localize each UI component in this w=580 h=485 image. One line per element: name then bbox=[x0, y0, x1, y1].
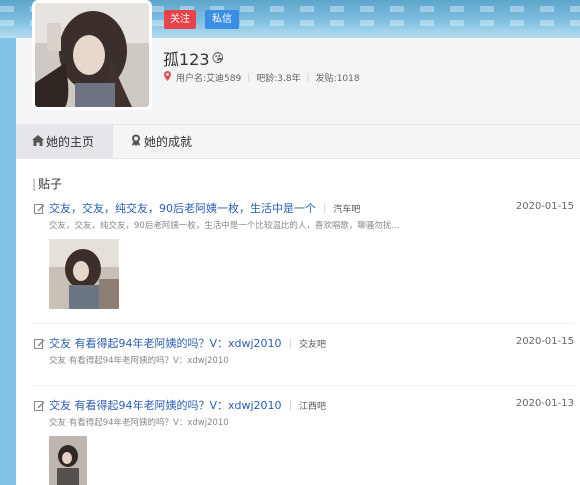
post-item: 交友 有看得起94年老阿姨的吗？V：xdwj2010 | 交友吧 2020-01… bbox=[34, 335, 574, 366]
section-title: | 贴子 bbox=[32, 175, 62, 192]
login-name: 用户名:艾迪589 bbox=[176, 74, 242, 84]
tab-home[interactable]: 她的主页 bbox=[16, 125, 113, 159]
message-button[interactable]: 私信 bbox=[205, 10, 239, 29]
post-summary: 交友 有看得起94年老阿姨的吗？V：xdwj2010 bbox=[49, 356, 229, 366]
home-icon bbox=[32, 125, 46, 159]
tab-achievements[interactable]: 她的成就 bbox=[114, 125, 208, 159]
profile-card: 关注 私信 孤123 😘 用户名:艾迪589 | 吧龄:3.8年 | 发贴:10… bbox=[16, 0, 580, 485]
post-summary: 交友 有看得起94年老阿姨的吗？V：xdwj2010 bbox=[49, 418, 229, 428]
section-marker: | bbox=[32, 177, 37, 191]
profile-tabs: 她的主页 她的成就 bbox=[16, 124, 580, 159]
location-pin-icon bbox=[164, 71, 171, 84]
edit-icon bbox=[34, 338, 45, 349]
profile-header: 关注 私信 孤123 😘 用户名:艾迪589 | 吧龄:3.8年 | 发贴:10… bbox=[16, 0, 580, 124]
edit-icon bbox=[34, 203, 45, 214]
post-forum[interactable]: 江西吧 bbox=[299, 399, 326, 412]
post-date: 2020-01-15 bbox=[515, 201, 574, 212]
post-forum[interactable]: 交友吧 bbox=[299, 337, 326, 350]
username: 孤123 😘 bbox=[163, 46, 224, 70]
title-separator: | bbox=[323, 202, 327, 214]
username-text: 孤123 bbox=[163, 50, 210, 69]
title-separator: | bbox=[288, 337, 292, 349]
post-thumbnail[interactable] bbox=[49, 239, 119, 309]
tab-home-label: 她的主页 bbox=[46, 135, 95, 149]
post-date: 2020-01-13 bbox=[515, 398, 574, 409]
post-divider bbox=[32, 323, 574, 324]
post-count: 发贴:1018 bbox=[315, 74, 360, 84]
post-item: 交友 有看得起94年老阿姨的吗？V：xdwj2010 | 江西吧 2020-01… bbox=[34, 397, 574, 485]
post-forum[interactable]: 汽车吧 bbox=[333, 202, 360, 215]
section-title-text: 贴子 bbox=[38, 177, 63, 191]
post-thumbnail[interactable] bbox=[49, 436, 87, 485]
post-divider bbox=[32, 385, 574, 386]
tab-achievements-label: 她的成就 bbox=[144, 135, 193, 149]
post-title[interactable]: 交友 有看得起94年老阿姨的吗？V：xdwj2010 bbox=[49, 397, 282, 413]
kiss-emoji-icon: 😘 bbox=[211, 51, 225, 65]
post-title[interactable]: 交友，交友，纯交友，90后老阿姨一枚，生活中是一个 bbox=[49, 200, 316, 216]
title-separator: | bbox=[288, 399, 292, 411]
edit-icon bbox=[34, 400, 45, 411]
follow-button[interactable]: 关注 bbox=[164, 10, 196, 29]
profile-meta: 用户名:艾迪589 | 吧龄:3.8年 | 发贴:1018 bbox=[164, 71, 360, 84]
post-title[interactable]: 交友 有看得起94年老阿姨的吗？V：xdwj2010 bbox=[49, 335, 282, 351]
post-item: 交友，交友，纯交友，90后老阿姨一枚，生活中是一个 | 汽车吧 2020-01-… bbox=[34, 200, 574, 309]
post-summary: 交友，交友，纯交友，90后老阿姨一枚，生活中是一个比较温比的人，喜欢唱歌，聊骚勿… bbox=[49, 221, 400, 231]
forum-age: 吧龄:3.8年 bbox=[256, 74, 301, 84]
avatar[interactable] bbox=[32, 0, 152, 110]
post-date: 2020-01-15 bbox=[515, 336, 574, 347]
meta-separator: | bbox=[306, 72, 310, 83]
medal-icon bbox=[130, 125, 144, 159]
meta-separator: | bbox=[247, 72, 251, 83]
